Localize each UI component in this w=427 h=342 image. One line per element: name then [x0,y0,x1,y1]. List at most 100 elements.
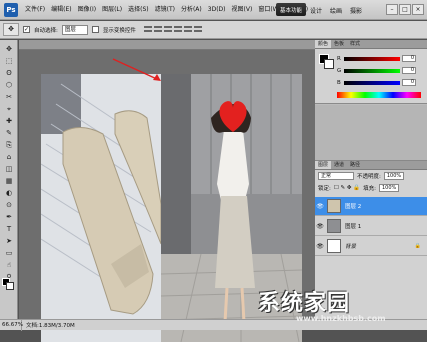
auto-select-dropdown[interactable]: 图层 [61,24,88,35]
menu-file[interactable]: 文件(F) [22,0,48,20]
lasso-tool-icon[interactable]: ʘ [2,68,16,79]
green-slider-row: G 0 [337,67,416,74]
layer-blend-row: 正常 不透明度: 100% [315,170,427,182]
move-tool-preset[interactable]: ✥ [3,23,19,36]
pen-tool-icon[interactable]: ✒ [2,212,16,223]
eraser-tool-icon[interactable]: ◫ [2,164,16,175]
blend-mode-select[interactable]: 正常 [318,172,354,180]
lock-icon: 🔒 [414,243,421,249]
woman-leg-left [223,287,229,323]
shape-tool-icon[interactable]: ▭ [2,248,16,259]
align-left-icon[interactable] [173,25,182,34]
menu-edit[interactable]: 编辑(E) [48,0,74,20]
building-left [161,74,191,254]
tab-layers[interactable]: 图层 [315,161,332,169]
options-bar: ✥ 自动选择: 图层 显示变换控件 [0,21,427,39]
right-panels: 颜色 色板 样式 R 0 G 0 B 0 图层 通道 路径 正常 不透明度: 1… [315,40,427,319]
gradient-tool-icon[interactable]: ▦ [2,176,16,187]
maximize-button[interactable]: □ [399,4,411,15]
opacity-label: 不透明度: [357,174,381,180]
workspace-photography[interactable]: 摄影 [350,6,362,15]
align-right-icon[interactable] [193,25,202,34]
blur-tool-icon[interactable]: ⊙ [2,200,16,211]
woman-leg-right [240,287,246,323]
tab-paths[interactable]: 路径 [347,161,363,169]
tools-panel: ✥ ⬚ ʘ ⬡ ✂ ⌖ ✚ ✎ ⎘ ⌂ ◫ ▦ ◐ ⊙ ✒ T ➤ ▭ ☝ ⚲ [0,40,18,319]
tab-color[interactable]: 颜色 [315,40,332,48]
red-slider-row: R 0 [337,55,416,62]
menu-3d[interactable]: 3D(D) [205,0,229,20]
tab-styles[interactable]: 样式 [347,40,363,48]
blue-value[interactable]: 0 [402,79,416,86]
tab-swatches[interactable]: 色板 [331,40,347,48]
fill-input[interactable]: 100% [378,184,400,192]
red-value[interactable]: 0 [402,55,416,62]
workspace-design[interactable]: 设计 [310,6,322,15]
opacity-input[interactable]: 100% [383,172,405,180]
eyedropper-tool-icon[interactable]: ⌖ [2,104,16,115]
hand-tool-icon[interactable]: ☝ [2,260,16,271]
visibility-eye-icon[interactable]: 👁 [315,203,325,210]
tab-channels[interactable]: 通道 [331,161,347,169]
workspace-button[interactable]: 基本功能 [276,3,306,16]
auto-select-label: 自动选择: [34,27,58,34]
lock-icons[interactable]: ☐ ✎ ✥ 🔒 [334,185,360,191]
minimize-button[interactable]: – [386,4,398,15]
crop-tool-icon[interactable]: ✂ [2,92,16,103]
document-tab[interactable] [19,40,315,50]
zoom-level[interactable]: 66.67% [0,319,23,331]
show-transform-checkbox[interactable] [91,26,99,33]
document-area [19,40,315,342]
watermark-url: www.hnzkhbsb.com [296,314,386,323]
photoshop-window: Ps 文件(F) 编辑(E) 图像(I) 图层(L) 选择(S) 滤镜(T) 分… [0,0,427,342]
color-panel-tabs: 颜色 色板 样式 [315,40,427,49]
menu-view[interactable]: 视图(V) [229,0,256,20]
green-value[interactable]: 0 [402,67,416,74]
workspace-painting[interactable]: 绘画 [330,6,342,15]
close-button[interactable]: × [412,4,424,15]
auto-select-checkbox[interactable] [23,26,30,33]
brush-tool-icon[interactable]: ✎ [2,128,16,139]
menu-image[interactable]: 图像(I) [75,0,99,20]
align-top-icon[interactable] [143,25,152,34]
align-middle-icon[interactable] [153,25,162,34]
color-spectrum[interactable] [337,92,421,98]
color-panel: 颜色 色板 样式 R 0 G 0 B 0 [315,40,427,104]
background-color-swatch[interactable] [6,282,14,290]
path-select-tool-icon[interactable]: ➤ [2,236,16,247]
history-brush-tool-icon[interactable]: ⌂ [2,152,16,163]
visibility-eye-icon[interactable]: 👁 [315,243,325,250]
healing-tool-icon[interactable]: ✚ [2,116,16,127]
move-tool-icon[interactable]: ✥ [2,44,16,55]
layer-name: 背景 [345,244,357,250]
quick-select-tool-icon[interactable]: ⬡ [2,80,16,91]
menu-analysis[interactable]: 分析(A) [178,0,205,20]
align-center-icon[interactable] [183,25,192,34]
bag-shadow [41,74,81,134]
layer-row-2[interactable]: 👁 图层 2 [315,197,427,216]
menu-items: 文件(F) 编辑(E) 图像(I) 图层(L) 选择(S) 滤镜(T) 分析(A… [22,0,311,20]
layer-row-background[interactable]: 👁 背景 🔒 [315,237,427,256]
type-tool-icon[interactable]: T [2,224,16,235]
dodge-tool-icon[interactable]: ◐ [2,188,16,199]
annotation-arrow-icon [112,58,161,81]
blue-slider[interactable] [344,80,400,85]
align-bottom-icon[interactable] [163,25,172,34]
marquee-tool-icon[interactable]: ⬚ [2,56,16,67]
layer-row-1[interactable]: 👁 图层 1 [315,217,427,236]
menu-select[interactable]: 选择(S) [125,0,152,20]
green-slider[interactable] [344,68,400,73]
window-controls: – □ × [386,4,424,15]
red-label: R [337,55,341,62]
fill-label: 填充: [363,186,376,192]
menu-bar: Ps 文件(F) 编辑(E) 图像(I) 图层(L) 选择(S) 滤镜(T) 分… [0,0,427,20]
clone-stamp-tool-icon[interactable]: ⎘ [2,140,16,151]
menu-layer[interactable]: 图层(L) [99,0,125,20]
layer-name: 图层 2 [345,204,362,210]
red-slider[interactable] [344,56,400,61]
layers-panel-tabs: 图层 通道 路径 [315,161,427,170]
menu-filter[interactable]: 滤镜(T) [152,0,178,20]
panel-background-swatch[interactable] [324,59,334,69]
lock-label: 锁定: [318,186,331,192]
visibility-eye-icon[interactable]: 👁 [315,223,325,230]
